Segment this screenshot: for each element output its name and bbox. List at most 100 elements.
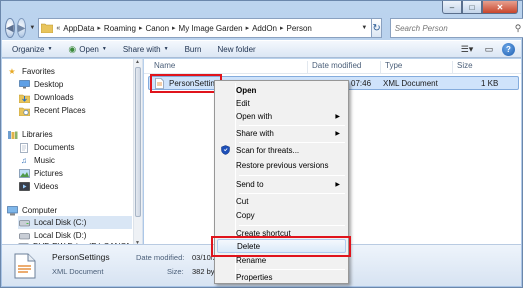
details-size-label: Size: <box>167 267 184 276</box>
menu-item-edit[interactable]: Edit <box>217 96 346 110</box>
organize-label: Organize <box>12 44 45 54</box>
breadcrumb-separator-icon[interactable]: ▸ <box>172 24 176 32</box>
open-label: Open <box>79 44 99 54</box>
breadcrumb-canon[interactable]: Canon <box>145 24 169 33</box>
search-icon[interactable]: ⚲ <box>515 23 522 34</box>
column-header-type[interactable]: Type <box>381 61 453 73</box>
menu-item-create-shortcut[interactable]: Create shortcut <box>217 226 346 240</box>
tree-item-music[interactable]: ♫ Music <box>18 154 55 167</box>
menu-label: Delete <box>237 241 261 251</box>
breadcrumb-separator-icon[interactable]: ▸ <box>139 24 143 32</box>
tree-label: Local Disk (D:) <box>34 231 87 240</box>
menu-item-delete[interactable]: Delete <box>217 239 346 253</box>
breadcrumb-my-image-garden[interactable]: My Image Garden <box>179 24 243 33</box>
tree-item-documents[interactable]: Documents <box>18 141 74 154</box>
menu-item-cut[interactable]: Cut <box>217 194 346 208</box>
close-button[interactable]: ✕ <box>482 1 518 14</box>
back-arrow-icon: ◀ <box>6 22 14 34</box>
tree-item-videos[interactable]: Videos <box>18 180 58 193</box>
xml-file-icon <box>155 78 164 89</box>
menu-label: Properties <box>236 272 273 282</box>
menu-label: Edit <box>236 98 250 108</box>
view-options-button[interactable]: ☰▾ <box>458 42 476 56</box>
breadcrumb-roaming[interactable]: Roaming <box>104 24 136 33</box>
videos-icon <box>18 182 30 192</box>
antivirus-shield-icon <box>221 145 230 155</box>
tree-label: Libraries <box>22 130 53 139</box>
menu-label: Open <box>236 85 257 95</box>
menu-item-restore-previous-versions[interactable]: Restore previous versions <box>217 158 346 172</box>
downloads-icon <box>18 93 30 103</box>
help-button[interactable]: ? <box>502 42 515 56</box>
file-type: XML Document <box>383 79 438 88</box>
recent-pages-dropdown-icon[interactable]: ▼ <box>29 25 35 31</box>
command-bar-right: ☰▾ ▭ ? <box>454 42 521 56</box>
back-button[interactable]: ◀ <box>5 18 15 38</box>
menu-label: Share with <box>236 128 274 138</box>
tree-favorites[interactable]: ★ Favorites <box>6 65 55 78</box>
menu-item-properties[interactable]: Properties <box>217 270 346 284</box>
breadcrumb-separator-icon[interactable]: ▸ <box>246 24 250 32</box>
tree-item-recent-places[interactable]: Recent Places <box>18 104 86 117</box>
menu-item-open-with[interactable]: Open with ▶ <box>217 109 346 123</box>
breadcrumb-person[interactable]: Person <box>287 24 312 33</box>
scroll-up-icon[interactable]: ▲ <box>135 59 140 65</box>
caption-buttons: – □ ✕ <box>442 1 518 15</box>
column-header-size[interactable]: Size <box>453 61 495 73</box>
breadcrumb-overflow[interactable]: « <box>56 25 60 32</box>
menu-item-open[interactable]: Open <box>217 83 346 97</box>
tree-label: Computer <box>22 206 58 215</box>
breadcrumb-separator-icon[interactable]: ▸ <box>97 24 101 32</box>
tree-item-local-disk-c[interactable]: Local Disk (C:) <box>18 216 132 229</box>
pictures-icon <box>18 169 30 179</box>
documents-icon <box>18 142 30 153</box>
hard-drive-icon <box>18 218 30 228</box>
menu-item-scan-for-threats[interactable]: Scan for threats... <box>217 143 346 157</box>
maximize-button[interactable]: □ <box>462 1 482 14</box>
tree-label: Local Disk (C:) <box>34 218 87 227</box>
chevron-down-icon: ▼ <box>163 46 169 52</box>
column-header-date-modified[interactable]: Date modified <box>308 61 381 73</box>
menu-label: Send to <box>236 179 264 189</box>
forward-button[interactable]: ▶ <box>16 18 27 38</box>
address-bar[interactable]: « AppData ▸ Roaming ▸ Canon ▸ My Image G… <box>38 18 373 38</box>
tree-item-pictures[interactable]: Pictures <box>18 167 63 180</box>
open-app-icon: ◉ <box>68 43 77 54</box>
refresh-button[interactable]: ↻ <box>372 18 382 38</box>
computer-icon <box>6 205 18 216</box>
breadcrumb-appdata[interactable]: AppData <box>63 24 94 33</box>
chevron-down-icon: ▼ <box>101 46 107 52</box>
submenu-arrow-icon: ▶ <box>335 113 340 120</box>
menu-item-copy[interactable]: Copy <box>217 208 346 222</box>
navigation-pane: ★ Favorites Desktop Downloads Recent Plac… <box>2 59 143 251</box>
scrollbar-thumb[interactable] <box>135 67 141 217</box>
help-icon: ? <box>506 44 511 54</box>
open-button[interactable]: ◉ Open ▼ <box>68 44 106 55</box>
tree-item-desktop[interactable]: Desktop <box>18 78 63 91</box>
breadcrumb-separator-icon[interactable]: ▸ <box>280 24 284 32</box>
menu-item-send-to[interactable]: Send to ▶ <box>217 177 346 191</box>
tree-label: Favorites <box>22 67 55 76</box>
search-box[interactable]: ⚲ <box>389 18 523 38</box>
new-folder-button[interactable]: New folder <box>217 45 255 54</box>
menu-item-rename[interactable]: Rename <box>217 253 346 267</box>
details-file-type: XML Document <box>52 267 104 276</box>
preview-pane-icon: ▭ <box>484 43 494 54</box>
search-input[interactable] <box>394 23 515 33</box>
navigation-scrollbar[interactable]: ▲ ▼ <box>133 59 142 246</box>
share-with-button[interactable]: Share with ▼ <box>123 45 169 54</box>
address-dropdown-icon[interactable]: ▼ <box>357 25 371 31</box>
tree-libraries[interactable]: Libraries <box>6 128 53 141</box>
file-date: 07:46 <box>351 79 372 88</box>
organize-button[interactable]: Organize ▼ <box>12 45 52 54</box>
breadcrumb-addon[interactable]: AddOn <box>252 24 277 33</box>
burn-label: Burn <box>184 44 202 54</box>
column-header-name[interactable]: Name <box>150 61 308 73</box>
menu-item-share-with[interactable]: Share with ▶ <box>217 126 346 140</box>
desktop-icon <box>18 80 30 90</box>
minimize-button[interactable]: – <box>442 1 462 14</box>
burn-button[interactable]: Burn <box>185 45 202 54</box>
tree-item-downloads[interactable]: Downloads <box>18 91 74 104</box>
preview-pane-button[interactable]: ▭ <box>480 42 498 56</box>
view-icon: ☰▾ <box>460 43 474 54</box>
